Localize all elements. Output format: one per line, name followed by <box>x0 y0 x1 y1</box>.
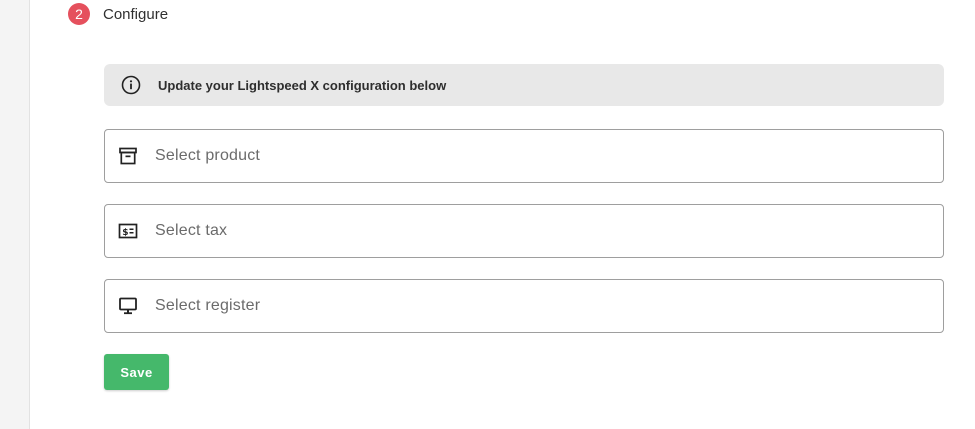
tax-receipt-icon: $ <box>117 220 139 242</box>
select-register-placeholder: Select register <box>155 297 261 314</box>
left-rail <box>0 0 30 429</box>
select-product-placeholder: Select product <box>155 147 261 164</box>
step-header: 2 Configure <box>68 3 168 25</box>
select-register-field[interactable]: Select register <box>104 279 944 333</box>
select-tax-placeholder: Select tax <box>155 222 228 239</box>
monitor-icon <box>117 295 139 317</box>
step-number-badge: 2 <box>68 3 90 25</box>
save-button[interactable]: Save <box>104 354 169 390</box>
step-title: Configure <box>103 5 169 23</box>
info-banner: Update your Lightspeed X configuration b… <box>104 64 944 106</box>
select-tax-field[interactable]: $ Select tax <box>104 204 944 258</box>
archive-box-icon <box>117 145 139 167</box>
info-banner-text: Update your Lightspeed X configuration b… <box>158 77 447 93</box>
info-icon <box>120 74 142 96</box>
select-product-field[interactable]: Select product <box>104 129 944 183</box>
configure-page: 2 Configure Update your Lightspeed X con… <box>0 0 975 429</box>
svg-text:$: $ <box>122 228 128 238</box>
